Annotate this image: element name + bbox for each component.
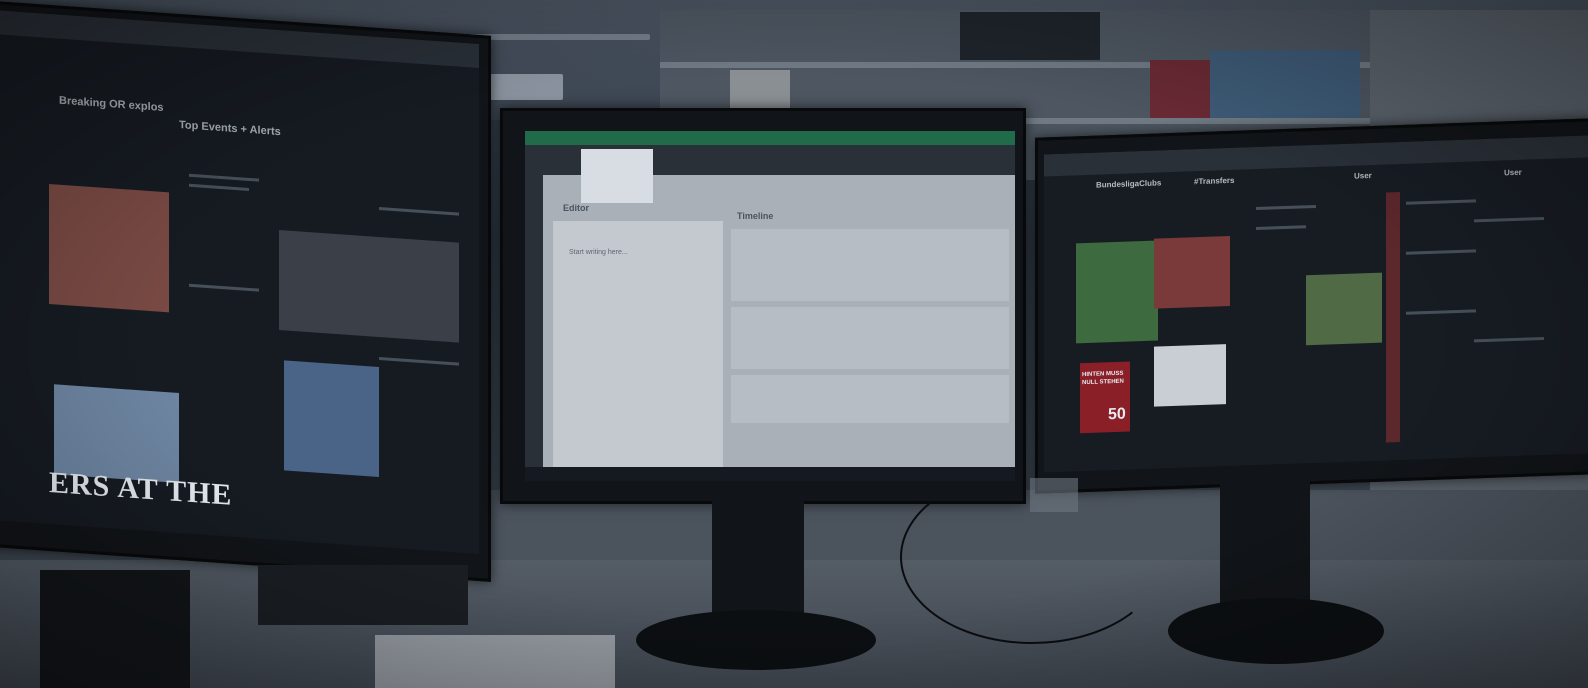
editor-placeholder: Start writing here... [569,249,628,256]
headline: ERS AT THE [49,465,233,512]
text-line [1474,216,1544,223]
text-line [379,357,459,366]
timeline-title: Timeline [737,211,774,221]
text-line [1406,199,1476,205]
right-monitor-screen: BundesligaClubs #Transfers User User HIN… [1044,135,1588,473]
tweet-image [284,360,379,478]
ceiling-light [470,34,650,40]
text-line [1474,336,1544,343]
football-photo [1306,272,1382,346]
poster-text: HINTEN MUSS NULL STEHEN [1082,370,1124,387]
text-line [379,207,459,216]
text-line [189,283,259,292]
binder-row [1150,60,1210,118]
cardboard-box [730,70,790,110]
thumbnail [581,149,653,203]
editor-label: Editor [563,203,589,213]
timeline-card [731,375,1009,423]
tweet-image [279,230,459,343]
text-line [189,173,259,182]
text-line [1406,309,1476,315]
column-title: BundesligaClubs [1096,178,1162,190]
center-monitor-base [636,610,876,670]
office-photo: Breaking OR explos Top Events + Alerts E… [0,0,1588,688]
column-title: #Transfers [1194,175,1235,187]
pitch-diagram [1154,344,1226,407]
right-monitor-base [1168,598,1384,664]
column-title: User [1504,167,1522,178]
text-line [1256,204,1316,211]
avatar-column [1386,192,1400,443]
docking-box [40,570,190,688]
binder-row [960,12,1100,60]
sidebar [525,175,543,481]
binder-row [1210,50,1360,118]
column-title: Breaking OR explos [59,94,164,114]
left-monitor: Breaking OR explos Top Events + Alerts E… [0,0,491,582]
timeline-card [731,307,1009,369]
center-monitor-screen: Editor Start writing here... Timeline [525,131,1015,481]
timeline-card [731,229,1009,301]
left-monitor-screen: Breaking OR explos Top Events + Alerts E… [0,9,479,555]
tab-bar [525,131,1015,145]
desk-phone [258,565,468,625]
paper [375,635,615,688]
editor-panel [553,221,723,471]
football-photo [1076,240,1158,344]
poster-number: 50 [1108,405,1126,424]
text-line [1406,249,1476,255]
football-photo [1154,235,1230,309]
column-title: User [1354,170,1372,181]
tweet-image [49,183,169,313]
center-monitor-stand [712,498,804,628]
glass [1030,478,1078,512]
taskbar [525,467,1015,481]
right-monitor: BundesligaClubs #Transfers User User HIN… [1035,118,1588,494]
text-line [1256,225,1306,231]
text-line [189,183,249,191]
column-title: Top Events + Alerts [179,119,281,139]
center-monitor: Editor Start writing here... Timeline [500,108,1026,504]
